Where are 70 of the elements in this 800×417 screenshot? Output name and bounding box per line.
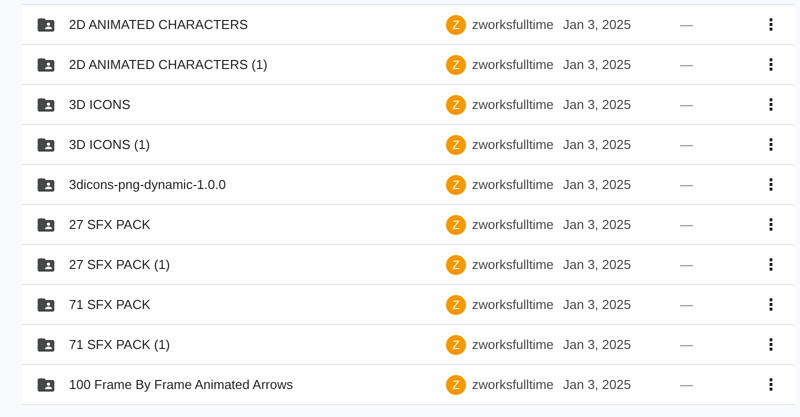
modified-date: Jan 3, 2025: [563, 297, 632, 312]
modified-date: Jan 3, 2025: [563, 217, 632, 232]
folder-name: 3D ICONS: [69, 97, 132, 112]
file-row[interactable]: 3dicons-png-dynamic-1.0.0 Z zworksfulltime Jan 3, 2025 — ⋮: [22, 165, 795, 205]
file-row[interactable]: 71 SFX PACK Z zworksfulltime Jan 3, 2025 — ⋮: [22, 285, 795, 325]
file-row[interactable]: 71 SFX PACK (1) Z zworksfulltime Jan 3, 2025 — ⋮: [22, 325, 795, 365]
folder-name: 71 SFX PACK (1): [69, 337, 171, 352]
file-size: —: [680, 57, 694, 72]
file-row[interactable]: 27 SFX PACK (1) Z zworksfulltime Jan 3, 2025 — ⋮: [22, 245, 795, 285]
owner-name: zworksfulltime: [472, 137, 555, 152]
more-actions-button[interactable]: ⋮: [759, 335, 783, 354]
owner-name: zworksfulltime: [472, 337, 555, 352]
file-row[interactable]: 27 SFX PACK Z zworksfulltime Jan 3, 2025 — ⋮: [22, 205, 795, 245]
file-size: —: [680, 217, 694, 232]
folder-name: 27 SFX PACK: [69, 217, 152, 232]
owner-avatar: Z: [446, 14, 466, 34]
more-actions-button[interactable]: ⋮: [759, 55, 783, 74]
owner-name: zworksfulltime: [472, 217, 555, 232]
file-size: —: [680, 97, 694, 112]
more-actions-button[interactable]: ⋮: [759, 255, 783, 274]
more-actions-button[interactable]: ⋮: [759, 135, 783, 154]
owner-name: zworksfulltime: [472, 257, 555, 272]
more-actions-button[interactable]: ⋮: [759, 175, 783, 194]
owner-avatar: Z: [446, 254, 466, 274]
owner-avatar: Z: [446, 214, 466, 234]
owner-name: zworksfulltime: [472, 177, 555, 192]
file-size: —: [680, 17, 694, 32]
file-row[interactable]: 2D ANIMATED CHARACTERS Z zworksfulltime Jan 3, 2025 — ⋮: [22, 5, 795, 45]
file-row[interactable]: 3D ICONS Z zworksfulltime Jan 3, 2025 — ⋮: [22, 85, 795, 125]
owner-name: zworksfulltime: [472, 57, 555, 72]
owner-avatar: Z: [446, 334, 466, 354]
owner-name: zworksfulltime: [472, 17, 555, 32]
owner-name: zworksfulltime: [472, 97, 555, 112]
file-size: —: [680, 297, 694, 312]
folder-name: 3D ICONS (1): [69, 137, 151, 152]
modified-date: Jan 3, 2025: [563, 17, 632, 32]
owner-avatar: Z: [446, 54, 466, 74]
modified-date: Jan 3, 2025: [563, 97, 632, 112]
file-row[interactable]: 100 Frame By Frame Animated Arrows Z zworksfulltime Jan 3, 2025 — ⋮: [22, 365, 795, 405]
folder-name: 100 Frame By Frame Animated Arrows: [69, 377, 294, 392]
folder-name: 71 SFX PACK: [69, 297, 152, 312]
file-size: —: [680, 177, 694, 192]
more-actions-button[interactable]: ⋮: [759, 295, 783, 314]
file-row[interactable]: 2D ANIMATED CHARACTERS (1) Z zworksfulltime Jan 3, 2025 — ⋮: [22, 45, 795, 85]
folder-name: 2D ANIMATED CHARACTERS (1): [69, 57, 268, 72]
owner-avatar: Z: [446, 294, 466, 314]
owner-avatar: Z: [446, 94, 466, 114]
modified-date: Jan 3, 2025: [563, 257, 632, 272]
more-actions-button[interactable]: ⋮: [759, 215, 783, 234]
file-size: —: [680, 137, 694, 152]
owner-avatar: Z: [446, 374, 466, 394]
owner-avatar: Z: [446, 174, 466, 194]
modified-date: Jan 3, 2025: [563, 377, 632, 392]
more-actions-button[interactable]: ⋮: [759, 15, 783, 34]
modified-date: Jan 3, 2025: [563, 337, 632, 352]
folder-name: 27 SFX PACK (1): [69, 257, 171, 272]
folder-name: 3dicons-png-dynamic-1.0.0: [69, 177, 227, 192]
modified-date: Jan 3, 2025: [563, 177, 632, 192]
folder-name: 2D ANIMATED CHARACTERS: [69, 17, 249, 32]
file-size: —: [680, 257, 694, 272]
more-actions-button[interactable]: ⋮: [759, 375, 783, 394]
file-size: —: [680, 377, 694, 392]
file-size: —: [680, 337, 694, 352]
modified-date: Jan 3, 2025: [563, 57, 632, 72]
owner-name: zworksfulltime: [472, 377, 555, 392]
owner-avatar: Z: [446, 134, 466, 154]
file-row[interactable]: 3D ICONS (1) Z zworksfulltime Jan 3, 2025 — ⋮: [22, 125, 795, 165]
modified-date: Jan 3, 2025: [563, 137, 632, 152]
more-actions-button[interactable]: ⋮: [759, 95, 783, 114]
owner-name: zworksfulltime: [472, 297, 555, 312]
